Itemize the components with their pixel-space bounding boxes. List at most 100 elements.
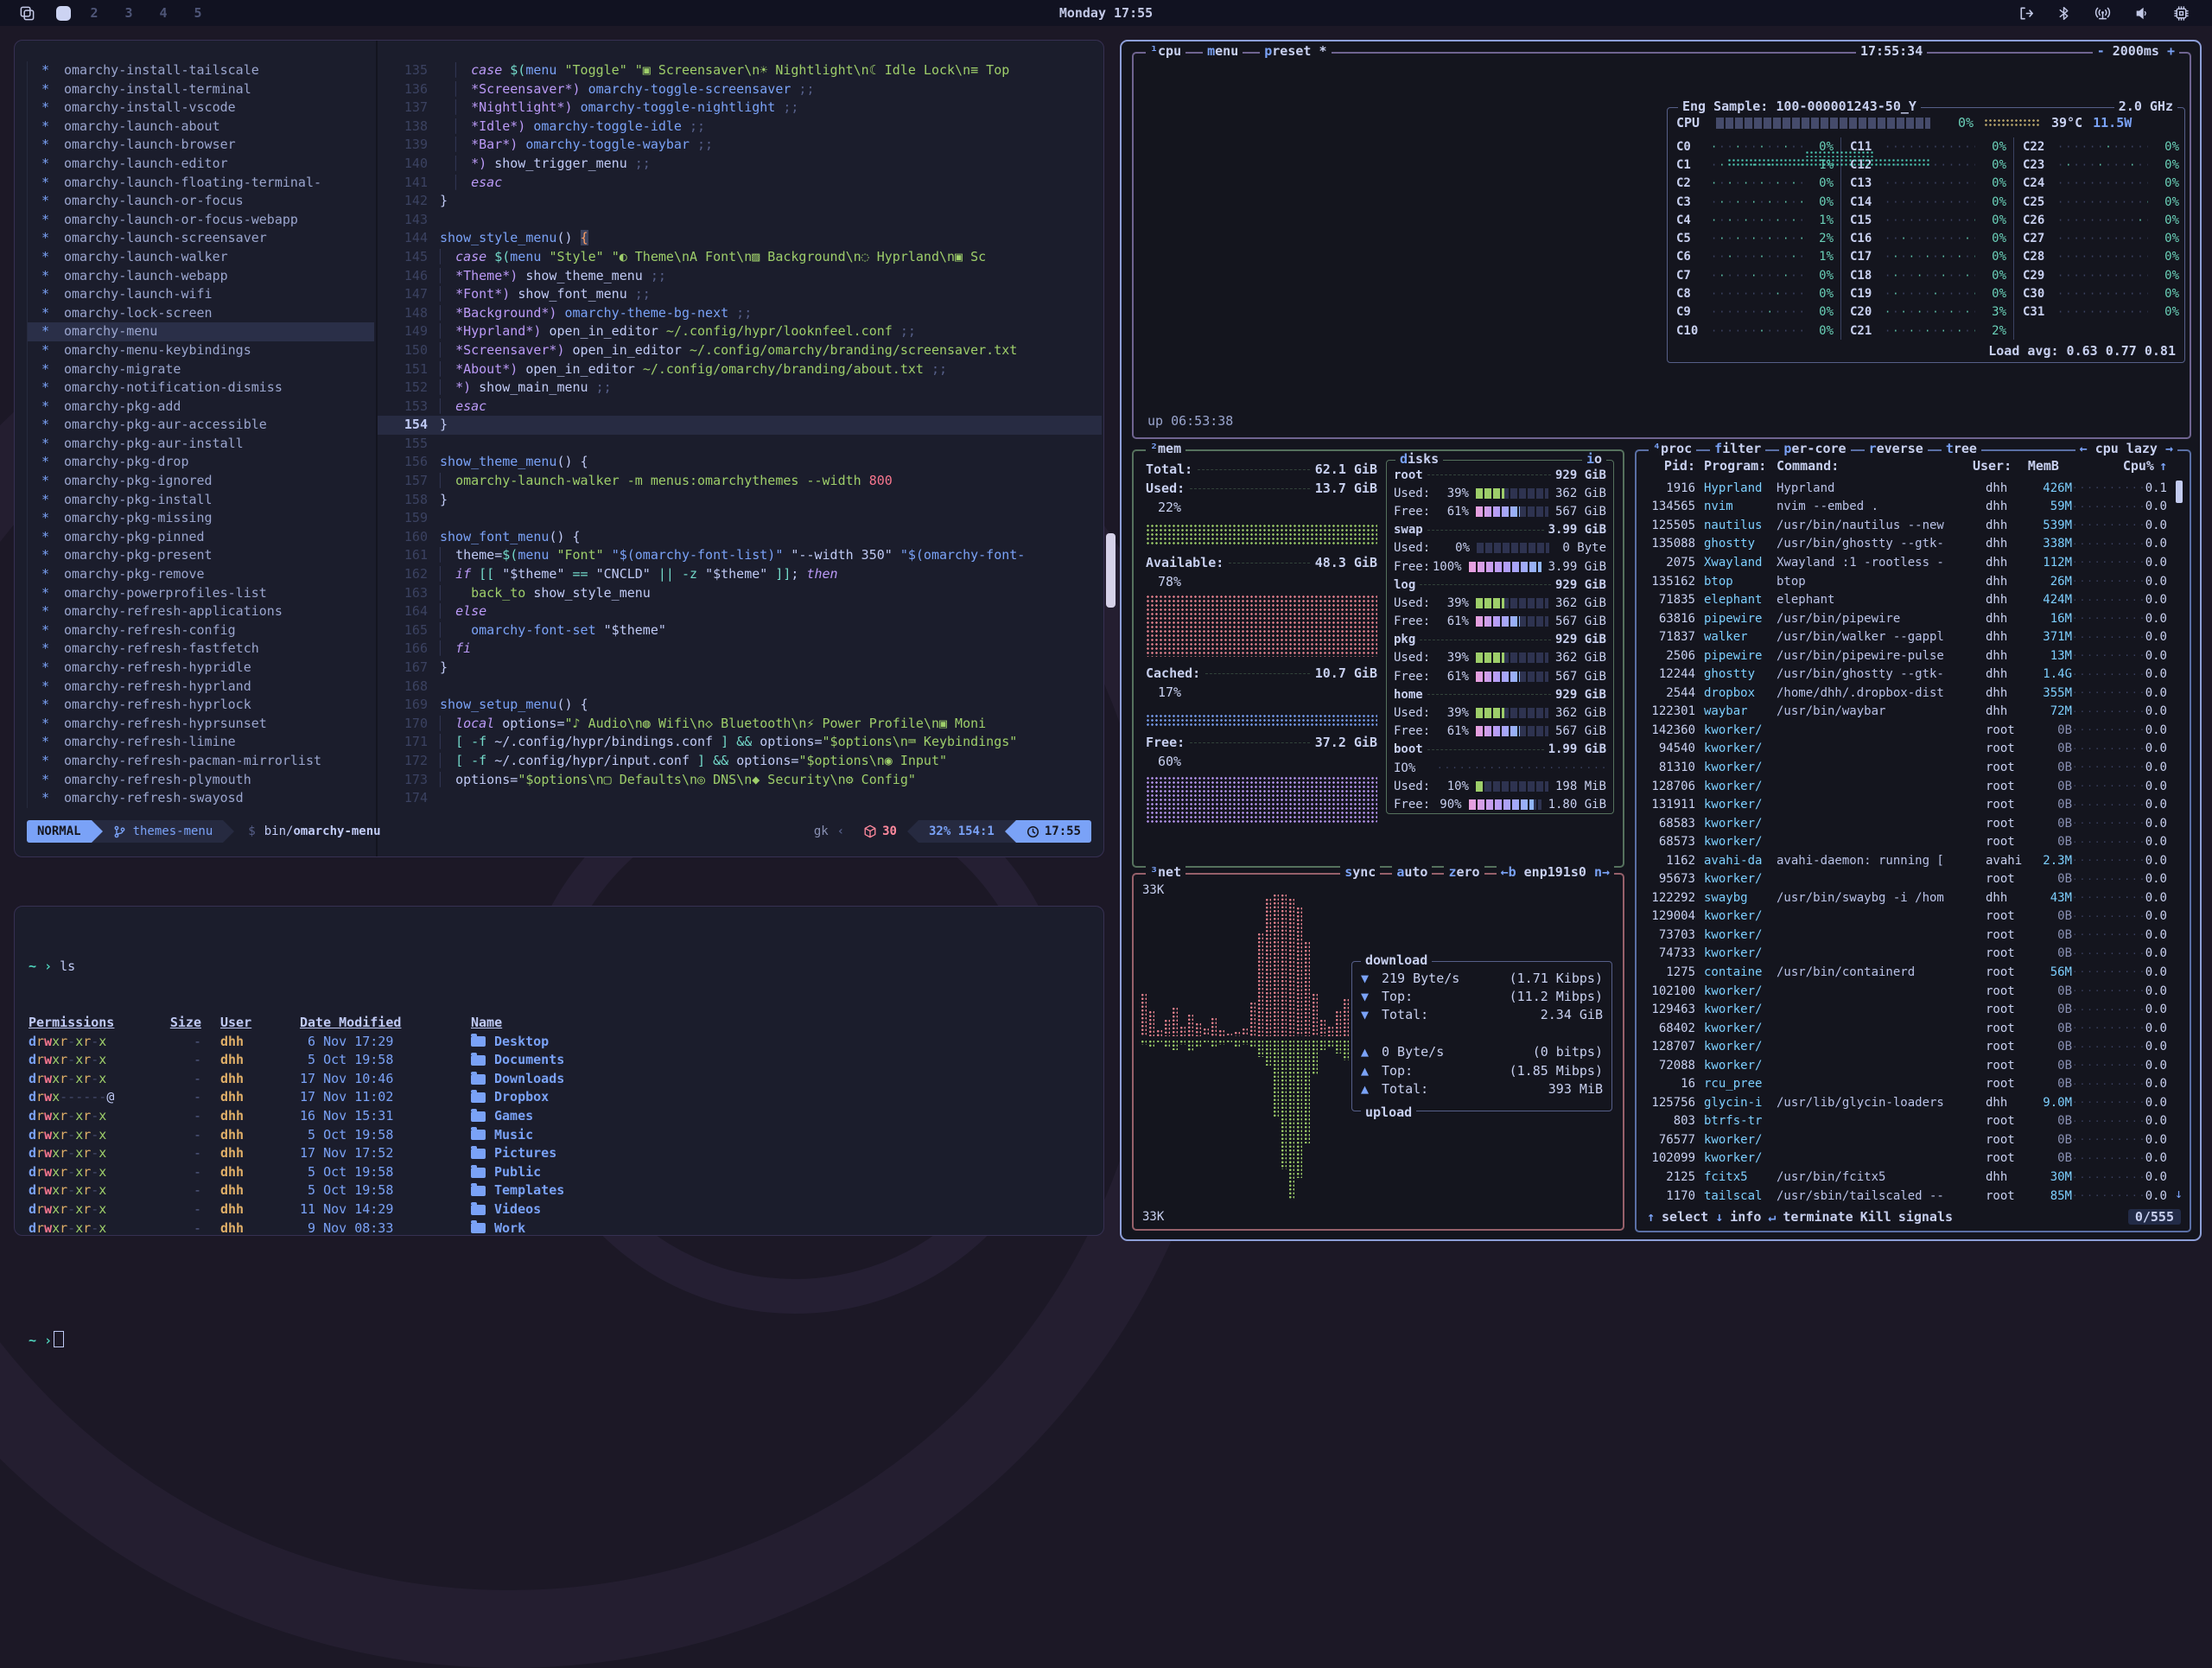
file-list-item[interactable]: *omarchy-lock-screen (27, 304, 374, 323)
process-row[interactable]: 122301waybar/usr/bin/waybardhh72M·······… (1645, 703, 2167, 722)
process-row[interactable]: 134565nvimnvim --embed .dhh59M··········… (1645, 498, 2167, 517)
file-list-item[interactable]: *omarchy-refresh-hypridle (27, 659, 374, 678)
bluetooth-icon[interactable] (2056, 5, 2071, 22)
signals-button[interactable]: signals (1898, 1209, 1953, 1225)
process-row[interactable]: 803btrfs-trroot0B··········0.0 (1645, 1112, 2167, 1131)
file-list-item[interactable]: *omarchy-notification-dismiss (27, 379, 374, 398)
process-row[interactable]: 68573kworker/root0B··········0.0 (1645, 832, 2167, 851)
process-row[interactable]: 128706kworker/root0B··········0.0 (1645, 777, 2167, 796)
file-list-item[interactable]: *omarchy-refresh-hyprsunset (27, 715, 374, 734)
net-auto-button[interactable]: auto (1392, 864, 1432, 880)
process-row[interactable]: 2544dropbox/home/dhh/.dropbox-distdhh355… (1645, 684, 2167, 703)
process-row[interactable]: 95673kworker/root0B··········0.0 (1645, 869, 2167, 888)
file-list-item[interactable]: *omarchy-launch-walker (27, 248, 374, 267)
file-list-item[interactable]: *omarchy-menu (27, 322, 374, 341)
file-list-item[interactable]: *omarchy-pkg-remove (27, 565, 374, 584)
process-row[interactable]: 73703kworker/root0B··········0.0 (1645, 926, 2167, 945)
process-row[interactable]: 1275containe/usr/bin/containerdroot56M··… (1645, 963, 2167, 982)
workspace-4[interactable]: 4 (152, 5, 175, 21)
process-row[interactable]: 128707kworker/root0B··········0.0 (1645, 1037, 2167, 1056)
process-row[interactable]: 125756glycin-i/usr/lib/glycin-loadersdhh… (1645, 1093, 2167, 1112)
net-sync-button[interactable]: sync (1340, 864, 1380, 880)
terminal-window[interactable]: ~ › ls PermissionsSizeUserDate ModifiedN… (14, 906, 1104, 1236)
file-list-item[interactable]: *omarchy-pkg-aur-accessible (27, 416, 374, 435)
reverse-button[interactable]: reverse (1865, 441, 1928, 456)
file-list-item[interactable]: *omarchy-pkg-drop (27, 453, 374, 472)
workspace-2[interactable]: 2 (83, 5, 105, 21)
update-interval[interactable]: - 2000ms + (2093, 43, 2179, 59)
file-list-item[interactable]: *omarchy-launch-editor (27, 155, 374, 174)
file-list-item[interactable]: *omarchy-menu-keybindings (27, 341, 374, 360)
process-row[interactable]: 2075XwaylandXwayland :1 -rootless -dhh11… (1645, 553, 2167, 572)
cpu-icon[interactable] (2173, 5, 2190, 22)
workspace-1[interactable]: 1 (56, 6, 71, 21)
net-zero-button[interactable]: zero (1444, 864, 1484, 880)
prompt-line-current[interactable]: ~ › (29, 1331, 1090, 1351)
process-row[interactable]: 72088kworker/root0B··········0.0 (1645, 1056, 2167, 1075)
file-list-item[interactable]: *omarchy-refresh-hyprlock (27, 696, 374, 715)
process-row[interactable]: 102100kworker/root0B··········0.0 (1645, 982, 2167, 1001)
file-list-item[interactable]: *omarchy-launch-screensaver (27, 229, 374, 248)
file-list-item[interactable]: *omarchy-launch-browser (27, 136, 374, 155)
file-list-item[interactable]: *omarchy-refresh-config (27, 621, 374, 640)
file-list-item[interactable]: *omarchy-install-terminal (27, 80, 374, 99)
process-row[interactable]: 76577kworker/root0B··········0.0 (1645, 1130, 2167, 1149)
logout-icon[interactable] (2018, 5, 2034, 22)
kill-button[interactable]: Kill (1860, 1209, 1891, 1225)
process-row[interactable]: 135162btopbtopdhh26M··········0.0 (1645, 572, 2167, 591)
file-list-item[interactable]: *omarchy-launch-about (27, 118, 374, 137)
io-tab[interactable]: io (1582, 451, 1606, 467)
process-row[interactable]: 1162avahi-daavahi-daemon: running [avahi… (1645, 851, 2167, 870)
volume-icon[interactable] (2134, 5, 2151, 22)
process-row[interactable]: 102099kworker/root0B··········0.0 (1645, 1149, 2167, 1168)
process-row[interactable]: 125505nautilus/usr/bin/nautilus --newdhh… (1645, 516, 2167, 535)
process-row[interactable]: 81310kworker/root0B··········0.0 (1645, 758, 2167, 777)
net-interface-selector[interactable]: ←b enp191s0 n→ (1497, 864, 1614, 880)
sort-selector[interactable]: ← cpu lazy → (2075, 441, 2177, 456)
process-row[interactable]: 71835elephantelephantdhh424M··········0.… (1645, 590, 2167, 609)
file-list-item[interactable]: *omarchy-launch-wifi (27, 285, 374, 304)
process-row[interactable]: 2125fcitx5/usr/bin/fcitx5dhh30M·········… (1645, 1168, 2167, 1187)
process-row[interactable]: 68583kworker/root0B··········0.0 (1645, 814, 2167, 833)
file-list-item[interactable]: *omarchy-pkg-add (27, 398, 374, 417)
file-list-item[interactable]: *omarchy-launch-webapp (27, 267, 374, 286)
file-list-item[interactable]: *omarchy-refresh-hyprland (27, 678, 374, 697)
process-row[interactable]: 2506pipewire/usr/bin/pipewire-pulsedhh13… (1645, 646, 2167, 665)
tree-button[interactable]: tree (1942, 441, 1981, 456)
file-list-item[interactable]: *omarchy-refresh-swayosd (27, 789, 374, 808)
process-row[interactable]: 135088ghostty/usr/bin/ghostty --gtk-dhh3… (1645, 535, 2167, 554)
process-row[interactable]: 71837walker/usr/bin/walker --gappldhh371… (1645, 627, 2167, 646)
file-list-item[interactable]: *omarchy-launch-or-focus (27, 192, 374, 211)
scroll-down-arrow[interactable]: ↓ (2175, 1186, 2183, 1201)
file-list-item[interactable]: *omarchy-pkg-ignored (27, 472, 374, 491)
process-row[interactable]: 1916HyprlandHyprlanddhh426M··········0.1 (1645, 479, 2167, 498)
process-row[interactable]: 16rcu_preeroot0B··········0.0 (1645, 1075, 2167, 1094)
file-list-item[interactable]: *omarchy-pkg-pinned (27, 528, 374, 547)
process-row[interactable]: 74733kworker/root0B··········0.0 (1645, 945, 2167, 964)
file-list-item[interactable]: *omarchy-launch-or-focus-webapp (27, 211, 374, 230)
disks-title[interactable]: disks (1395, 451, 1443, 467)
process-row[interactable]: 142360kworker/root0B··········0.0 (1645, 721, 2167, 740)
file-list-item[interactable]: *omarchy-pkg-present (27, 546, 374, 565)
proc-scrollbar-thumb[interactable] (2176, 481, 2183, 503)
process-row[interactable]: 129463kworker/root0B··········0.0 (1645, 1000, 2167, 1019)
process-row[interactable]: 1170tailscal/usr/sbin/tailscaled --root8… (1645, 1187, 2167, 1206)
process-row[interactable]: 131911kworker/root0B··········0.0 (1645, 795, 2167, 814)
file-list-item[interactable]: *omarchy-install-vscode (27, 99, 374, 118)
code-pane[interactable]: 135 ▏ case $(menu "Toggle" "▣ Screensave… (378, 61, 1102, 806)
overview-icon[interactable] (19, 5, 35, 22)
file-list-item[interactable]: *omarchy-pkg-aur-install (27, 435, 374, 454)
per-core-button[interactable]: per-core (1779, 441, 1850, 456)
network-icon[interactable] (2094, 5, 2112, 22)
file-list-item[interactable]: *omarchy-powerprofiles-list (27, 584, 374, 603)
filter-button[interactable]: filter (1710, 441, 1765, 456)
process-row[interactable]: 68402kworker/root0B··········0.0 (1645, 1019, 2167, 1038)
workspace-5[interactable]: 5 (187, 5, 209, 21)
file-list-item[interactable]: *omarchy-refresh-pacman-mirrorlist (27, 752, 374, 771)
file-list-item[interactable]: *omarchy-migrate (27, 360, 374, 379)
process-row[interactable]: 94540kworker/root0B··········0.0 (1645, 740, 2167, 759)
file-list-item[interactable]: *omarchy-pkg-install (27, 491, 374, 510)
file-list-item[interactable]: *omarchy-refresh-limine (27, 733, 374, 752)
file-list-item[interactable]: *omarchy-install-tailscale (27, 61, 374, 80)
file-list-item[interactable]: *omarchy-launch-floating-terminal- (27, 174, 374, 193)
